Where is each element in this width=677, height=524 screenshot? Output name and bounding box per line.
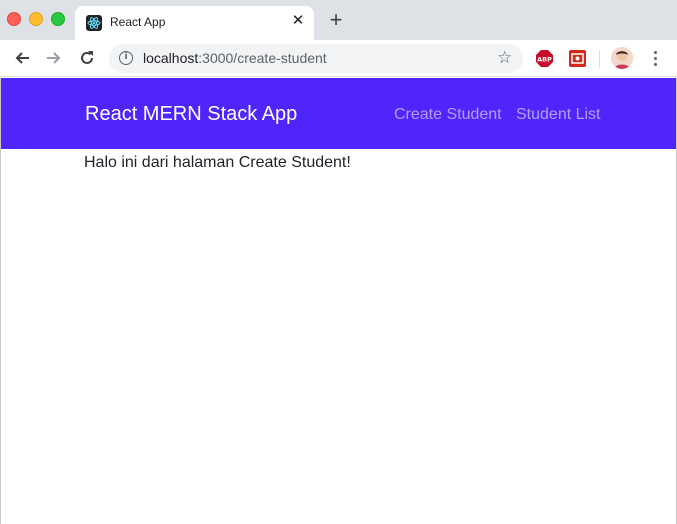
screenshot-extension-icon[interactable] [569,50,586,67]
browser-tab-active[interactable]: React App ✕ [75,6,314,40]
app-navbar: React MERN Stack App Create Student Stud… [1,78,676,149]
page-viewport: React MERN Stack App Create Student Stud… [0,78,677,524]
reload-icon[interactable] [77,48,97,68]
toolbar-divider [599,50,600,68]
tab-title: React App [110,15,166,29]
url-text[interactable]: localhost:3000/create-student [143,50,327,66]
window-minimize-button[interactable] [29,12,43,26]
profile-avatar[interactable] [611,47,633,69]
more-menu-icon[interactable] [648,49,662,69]
nav-link-create-student[interactable]: Create Student [394,106,502,124]
adblock-plus-icon[interactable]: ABP [536,50,553,67]
forward-arrow-icon[interactable] [44,48,64,68]
navbar-brand[interactable]: React MERN Stack App [85,103,297,126]
browser-toolbar: i localhost:3000/create-student ☆ ABP [0,40,677,77]
window-maximize-button[interactable] [51,12,65,26]
page-message: Halo ini dari halaman Create Student! [84,154,351,171]
url-host: localhost [143,50,199,66]
react-icon [86,15,102,31]
svg-text:ABP: ABP [537,56,552,64]
info-icon[interactable]: i [119,51,133,65]
new-tab-button[interactable]: + [326,9,346,31]
browser-tabstrip: React App ✕ + [0,0,677,40]
url-path: :3000/create-student [198,50,327,66]
nav-link-student-list[interactable]: Student List [516,106,601,124]
back-arrow-icon[interactable] [12,48,32,68]
close-icon[interactable]: ✕ [290,13,306,29]
window-close-button[interactable] [7,12,21,26]
bookmark-star-icon[interactable]: ☆ [497,48,512,68]
address-bar[interactable]: i localhost:3000/create-student ☆ [109,44,523,73]
